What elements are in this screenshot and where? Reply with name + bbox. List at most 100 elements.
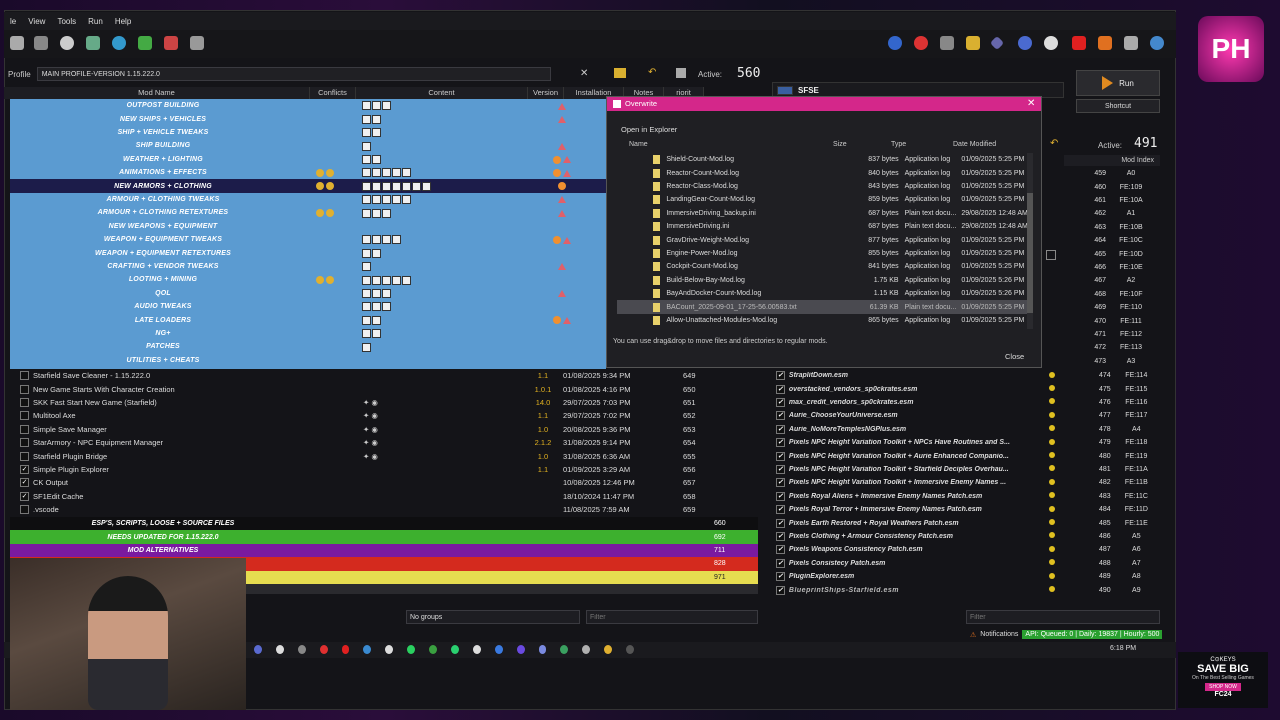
plugin-index-row[interactable]: 469 FE:110 [1064,301,1160,314]
plugin-checkbox[interactable]: ✓ [776,518,785,528]
mod-checkbox[interactable] [20,411,29,421]
plugin-checkbox[interactable]: ✓ [776,411,785,421]
taskbar-app-icon[interactable] [341,645,350,654]
col-content[interactable]: Content [356,87,528,99]
notifications-label[interactable]: Notifications [980,631,1018,638]
plugin-checkbox[interactable]: ✓ [776,585,785,595]
shortcut-button[interactable]: Shortcut [1076,99,1160,113]
taskbar-app-icon[interactable] [319,645,328,654]
ad-cta[interactable]: SHOP NOW [1205,683,1241,691]
separator-row[interactable]: ARMOUR + CLOTHING TWEAKS [10,193,606,206]
taskbar-app-icon[interactable] [626,645,635,654]
discord-icon[interactable] [1044,36,1058,50]
scrollbar-horizontal[interactable] [246,584,758,594]
undo-icon[interactable]: ↶ [648,67,656,78]
profile-select[interactable]: MAIN PROFILE-VERSION 1.15.222.0 [36,67,551,81]
file-row[interactable]: ImmersiveDriving_backup.ini 687 bytes Plai… [617,207,1029,220]
mod-index-header[interactable]: Mod Index [1064,155,1160,166]
plugin-index-row[interactable]: 466 FE:10E [1064,261,1160,274]
mod-checkbox[interactable] [20,451,29,461]
separator-row[interactable]: CRAFTING + VENDOR TWEAKS [10,260,606,273]
plugin-checkbox[interactable]: ✓ [776,424,785,434]
mod-checkbox[interactable]: ✓ [20,478,29,488]
separator-row[interactable]: PATCHES [10,340,606,353]
separator-row[interactable]: UTILITIES + CHEATS [10,354,606,367]
plugin-row[interactable]: ✓ Pixels Royal Terror + Immersive Enemy N… [770,503,1162,516]
plugin-row[interactable]: ✓ Pixels Earth Restored + Royal Weathers … [770,516,1162,529]
taskbar-app-icon[interactable] [582,645,591,654]
mod-checkbox[interactable] [20,505,29,515]
taskbar-app-icon[interactable] [604,645,613,654]
separator-row[interactable]: NEW ARMORS + CLOTHING [10,179,606,193]
dialog-close-icon[interactable]: ✕ [1027,98,1035,109]
update-icon[interactable] [914,36,928,50]
taskbar-app-icon[interactable] [451,645,459,654]
diamond-icon[interactable] [989,35,1005,51]
plugin-checkbox[interactable]: ✓ [776,558,785,568]
folder-icon[interactable] [966,36,980,50]
groups-select[interactable]: No groups [406,610,580,624]
file-row[interactable]: Engine-Power-Mod.log 855 bytes Application… [617,247,1029,260]
mod-row[interactable]: SKK Fast Start New Game (Starfield) ✦ ◉ 14… [10,396,758,409]
plugin-index-row[interactable]: 470 FE:111 [1064,314,1160,327]
file-row[interactable]: Reactor-Count-Mod.log 840 bytes Applicatio… [617,166,1029,179]
file-col-date[interactable]: Date Modified [953,139,1027,150]
col-conflicts[interactable]: Conflicts [310,87,356,99]
clear-icon[interactable]: ✕ [580,68,590,79]
mod-row[interactable]: ✓ Simple Plugin Explorer 1.1 01/09/2025 3:2… [10,463,758,476]
plugin-row[interactable]: ✓ PluginExplorer.esm 489 A8 [770,570,1162,583]
plugin-checkbox[interactable]: ✓ [776,464,785,474]
plugin-row[interactable]: ✓ Pixels NPC Height Variation Toolkit + N… [770,436,1162,449]
separator-row[interactable]: WEAPON + EQUIPMENT RETEXTURES [10,246,606,259]
file-row[interactable]: Build-Below-Bay-Mod.log 1.75 KB Applicatio… [617,274,1029,287]
plugin-checkbox[interactable]: ✓ [776,371,785,381]
col-mod-name[interactable]: Mod Name [4,87,310,99]
open-in-explorer-button[interactable]: Open in Explorer [621,125,677,134]
plugin-checkbox[interactable]: ✓ [776,438,785,448]
plugin-index-row[interactable]: 471 FE:112 [1064,328,1160,341]
taskbar-app-icon[interactable] [472,645,481,654]
mod-checkbox[interactable]: ✓ [20,464,29,474]
plugin-filter-input[interactable] [966,610,1160,624]
separator-row[interactable]: NEEDS UPDATED FOR 1.15.222.0 692 [10,530,758,544]
separator-row[interactable]: AUDIO TWEAKS [10,300,606,313]
dialog-close-button[interactable]: Close [1005,352,1024,361]
separator-row[interactable]: OUTPOST BUILDING [10,99,606,112]
plugin-row[interactable]: ✓ Pixels Consistecy Patch.esm 488 A7 [770,557,1162,570]
separator-row[interactable]: ARMOUR + CLOTHING RETEXTURES [10,206,606,219]
mod-checkbox[interactable]: ✓ [20,491,29,501]
mod-row[interactable]: Simple Save Manager ✦ ◉ 1.0 20/08/2025 9:36… [10,423,758,436]
heart-icon[interactable] [1072,36,1086,50]
plugin-index-row[interactable]: 472 FE:113 [1064,341,1160,354]
plugin-checkbox[interactable] [1046,250,1056,260]
plugin-index-row[interactable]: 467 A2 [1064,274,1160,287]
menu-help[interactable]: Help [115,17,131,26]
mod-checkbox[interactable] [20,438,29,448]
file-row[interactable]: Allow-Unattached-Modules-Mod.log 865 byte… [617,314,1029,327]
menu-file[interactable]: le [10,17,16,26]
taskbar-app-icon[interactable] [254,645,262,654]
taskbar-app-icon[interactable] [494,645,503,654]
tools-icon[interactable] [164,36,178,50]
file-scrollbar[interactable] [1027,153,1033,329]
taskbar-app-icon[interactable] [385,645,394,654]
plugin-row[interactable]: ✓ BlueprintShips-Starfield.esm 490 A9 [770,583,1162,596]
plugin-row[interactable]: ✓ Pixels NPC Height Variation Toolkit + S… [770,463,1162,476]
plugin-row[interactable]: ✓ Pixels Weapons Consistency Patch.esm 487… [770,543,1162,556]
menu-view[interactable]: View [28,17,45,26]
mod-filter-input[interactable] [586,610,758,624]
plugin-checkbox[interactable]: ✓ [776,531,785,541]
taskbar-app-icon[interactable] [363,645,372,654]
file-row[interactable]: ImmersiveDriving.ini 687 bytes Plain text … [617,220,1029,233]
mod-checkbox[interactable] [20,384,29,394]
mod-checkbox[interactable] [20,371,29,381]
plugin-checkbox[interactable]: ✓ [776,478,785,488]
separator-row[interactable]: SHIP BUILDING [10,139,606,152]
plugin-checkbox[interactable]: ✓ [776,451,785,461]
plugin-index-row[interactable]: 463 FE:10B [1064,221,1160,234]
plugin-index-row[interactable]: 460 FE:109 [1064,180,1160,193]
file-col-name[interactable]: Name [617,139,827,150]
taskbar-app-icon[interactable] [516,645,525,654]
taskbar-app-icon[interactable] [429,645,438,654]
plugin-index-row[interactable]: 465 FE:10D [1064,247,1160,260]
